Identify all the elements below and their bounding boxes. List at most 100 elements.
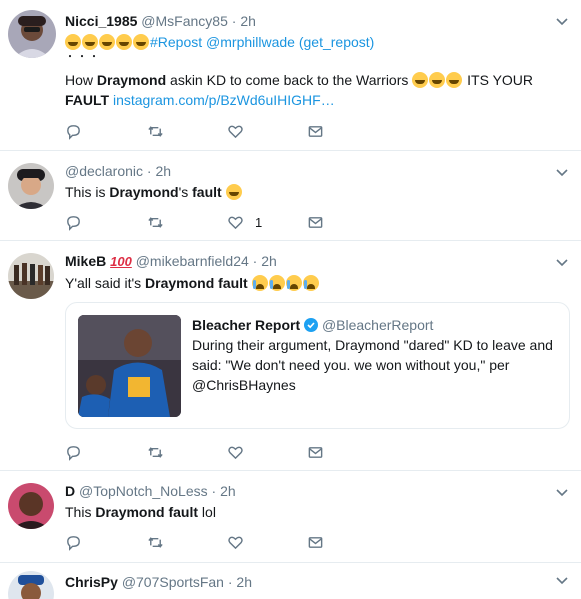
message-button[interactable] — [307, 442, 324, 462]
tweet-text: #Repost @mrphillwade (get_repost) ・・・ Ho… — [65, 32, 551, 110]
text-fragment-bold: Draymond fault — [145, 275, 248, 291]
retweet-icon — [147, 123, 164, 140]
text-line: @ChrisBHaynes — [192, 377, 296, 393]
tweet[interactable]: D @TopNotch_NoLess · 2h This Draymond fa… — [0, 471, 581, 563]
text-fragment: This is — [65, 184, 110, 200]
reply-button[interactable] — [65, 442, 82, 462]
tweet[interactable]: ChrisPy @707SportsFan · 2h — [0, 563, 581, 599]
avatar[interactable] — [8, 10, 56, 58]
reply-icon — [65, 214, 82, 231]
retweet-button[interactable] — [147, 121, 164, 141]
external-link[interactable]: instagram.com/p/BzWd6uIHIGHF… — [113, 92, 335, 108]
tweet-header: Nicci_1985 @MsFancy85 · 2h — [65, 0, 551, 30]
avatar[interactable] — [8, 483, 54, 529]
like-icon — [227, 444, 244, 461]
laughing-emoji-icon — [429, 72, 446, 88]
display-name[interactable]: ChrisPy — [65, 574, 118, 590]
like-icon — [227, 123, 244, 140]
text-line: #Repost @mrphillwade (get_repost) — [65, 32, 551, 52]
text-fragment-bold: Draymond — [96, 72, 167, 88]
quoted-tweet-header: Bleacher Report @BleacherReport — [192, 315, 557, 335]
text-fragment: 's — [178, 184, 193, 200]
crying-emoji-icon — [285, 275, 302, 291]
retweet-icon — [147, 534, 164, 551]
tweet-actions: 1 — [65, 212, 365, 232]
text-fragment: askin KD to come back to the Warriors — [166, 72, 413, 88]
tweet-header: ChrisPy @707SportsFan · 2h — [65, 563, 551, 591]
display-name[interactable]: MikeB — [65, 253, 106, 269]
avatar[interactable] — [8, 163, 54, 209]
reply-button[interactable] — [65, 212, 82, 232]
tweet[interactable]: @declaronic · 2h This is Draymond's faul… — [0, 151, 581, 241]
message-icon — [307, 123, 324, 140]
retweet-button[interactable] — [147, 532, 164, 552]
chevron-down-icon[interactable] — [555, 485, 569, 499]
text-fragment-bold: Draymond — [109, 184, 179, 200]
tweet-text: Y'all said it's Draymond fault — [65, 273, 551, 293]
hashtag-link[interactable]: #Repost @mrphillwade (get_repost) — [150, 34, 374, 50]
reply-button[interactable] — [65, 121, 82, 141]
avatar[interactable] — [8, 253, 54, 299]
retweet-icon — [147, 444, 164, 461]
tweet-actions — [65, 442, 365, 462]
user-handle[interactable]: @mikebarnfield24 — [136, 253, 249, 269]
tweet-header: D @TopNotch_NoLess · 2h — [65, 471, 551, 500]
crying-emoji-icon — [268, 275, 285, 291]
tweet-actions — [65, 121, 365, 141]
chevron-down-icon[interactable] — [555, 14, 569, 28]
crying-emoji-icon — [302, 275, 319, 291]
reply-icon — [65, 123, 82, 140]
message-button[interactable] — [307, 121, 324, 141]
like-button[interactable] — [227, 532, 244, 552]
user-handle[interactable]: @TopNotch_NoLess — [79, 483, 208, 499]
display-name[interactable]: Nicci_1985 — [65, 13, 137, 29]
crying-emoji-icon — [251, 275, 268, 291]
quoted-display-name[interactable]: Bleacher Report — [192, 317, 300, 333]
message-icon — [307, 214, 324, 231]
chevron-down-icon[interactable] — [555, 255, 569, 269]
quoted-tweet-card[interactable]: Bleacher Report @BleacherReport During t… — [65, 302, 570, 429]
like-button[interactable] — [227, 121, 244, 141]
text-line: During their argument, Draymond "dared" … — [192, 337, 553, 353]
reply-button[interactable] — [65, 532, 82, 552]
avatar[interactable] — [8, 571, 54, 599]
text-fragment-bold: fault — [192, 184, 222, 200]
message-icon — [307, 444, 324, 461]
tweet-header: @declaronic · 2h — [65, 151, 551, 180]
retweet-button[interactable] — [147, 442, 164, 462]
text-fragment: Y'all said it's — [65, 275, 146, 291]
hundred-emoji-icon: 100 — [110, 254, 132, 269]
quoted-tweet-body: Bleacher Report @BleacherReport During t… — [192, 315, 557, 395]
message-button[interactable] — [307, 532, 324, 552]
text-line: ・・・ — [65, 52, 101, 63]
timestamp[interactable]: 2h — [240, 13, 256, 29]
chevron-down-icon[interactable] — [555, 165, 569, 179]
separator-dot: · — [252, 253, 258, 269]
user-handle[interactable]: @MsFancy85 — [141, 13, 228, 29]
display-name[interactable]: D — [65, 483, 75, 499]
tweet-actions — [65, 532, 365, 552]
timestamp[interactable]: 2h — [236, 574, 252, 590]
like-button[interactable] — [227, 442, 244, 462]
retweet-button[interactable] — [147, 212, 164, 232]
timestamp[interactable]: 2h — [220, 483, 236, 499]
message-button[interactable] — [307, 212, 324, 232]
timestamp[interactable]: 2h — [261, 253, 277, 269]
user-handle[interactable]: @707SportsFan — [122, 574, 224, 590]
like-button[interactable]: 1 — [227, 212, 262, 232]
laughing-emoji-icon — [446, 72, 463, 88]
separator-dot: · — [231, 13, 237, 29]
text-fragment-bold: Draymond fault — [95, 504, 199, 520]
tweet[interactable]: Nicci_1985 @MsFancy85 · 2h #Repost @mrph… — [0, 0, 581, 151]
like-count: 1 — [255, 214, 263, 230]
quoted-user-handle[interactable]: @BleacherReport — [322, 317, 434, 333]
chevron-down-icon[interactable] — [555, 573, 569, 587]
retweet-icon — [147, 214, 164, 231]
tweet-text: This Draymond fault lol — [65, 502, 551, 522]
quoted-tweet-image — [78, 315, 181, 417]
separator-dot: · — [211, 483, 217, 499]
tweet[interactable]: MikeB 100 @mikebarnfield24 · 2h Y'all sa… — [0, 241, 581, 471]
tweet-feed: Nicci_1985 @MsFancy85 · 2h #Repost @mrph… — [0, 0, 581, 599]
timestamp[interactable]: 2h — [155, 163, 171, 179]
user-handle[interactable]: @declaronic — [65, 163, 143, 179]
